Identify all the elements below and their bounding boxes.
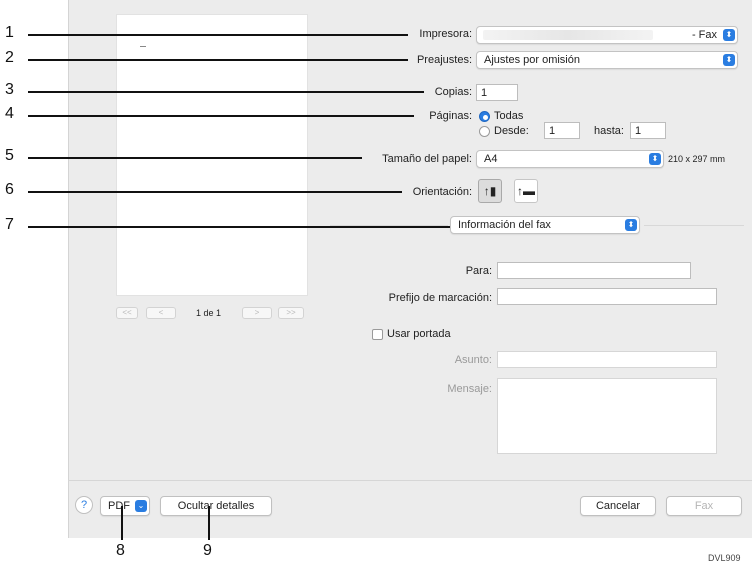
pdf-menu-button[interactable]: PDF ⌄ [100, 496, 150, 516]
hide-details-button[interactable]: Ocultar detalles [160, 496, 272, 516]
callout-1: 1 [5, 24, 14, 41]
previous-page-button[interactable]: < [146, 307, 176, 319]
to-label: Para: [465, 265, 492, 277]
leader-line-2 [28, 59, 408, 61]
callout-2: 2 [5, 49, 14, 66]
pages-all-label: Todas [494, 110, 524, 122]
subject-label: Asunto: [454, 354, 492, 366]
first-page-button[interactable]: << [116, 307, 138, 319]
message-label: Mensaje: [447, 383, 492, 395]
pdf-label: PDF [108, 500, 130, 512]
subject-field[interactable] [497, 351, 717, 368]
leader-line-6 [28, 191, 402, 193]
chevron-updown-icon: ⬍ [723, 29, 735, 41]
paper-size-label: Tamaño del papel: [382, 153, 472, 165]
redacted-printer-name [483, 30, 653, 40]
leader-line-1 [28, 34, 408, 36]
next-page-button[interactable]: > [242, 307, 272, 319]
help-button[interactable]: ? [75, 496, 93, 514]
callout-8: 8 [116, 542, 125, 559]
landscape-orientation-button[interactable]: ↑▬ [514, 179, 538, 203]
chevron-updown-icon: ⬍ [649, 153, 661, 165]
fax-button[interactable]: Fax [666, 496, 742, 516]
to-field[interactable] [497, 262, 691, 279]
copies-field[interactable]: 1 [476, 84, 518, 101]
dial-prefix-label: Prefijo de marcación: [388, 292, 492, 304]
section-popup-value: Información del fax [458, 219, 551, 231]
figure-code: DVL909 [708, 553, 741, 563]
printer-popup[interactable]: - Fax ⬍ [476, 26, 738, 44]
callout-5: 5 [5, 147, 14, 164]
chevron-down-icon: ⌄ [135, 500, 147, 512]
preview-content-mark [140, 46, 146, 47]
paper-size-popup[interactable]: A4 ⬍ [476, 150, 664, 168]
page-preview [116, 14, 308, 296]
section-divider-right [644, 225, 744, 226]
chevron-updown-icon: ⬍ [723, 54, 735, 66]
presets-popup[interactable]: Ajustes por omisión ⬍ [476, 51, 738, 69]
dial-prefix-field[interactable] [497, 288, 717, 305]
printer-value: - Fax [691, 29, 717, 41]
callout-7: 7 [5, 216, 14, 233]
pages-to-label: hasta: [594, 125, 624, 137]
landscape-icon: ↑▬ [517, 184, 535, 198]
callout-6: 6 [5, 181, 14, 198]
portrait-orientation-button[interactable]: ↑▮ [478, 179, 502, 203]
callout-4: 4 [5, 105, 14, 122]
message-area[interactable] [497, 378, 717, 454]
chevron-updown-icon: ⬍ [625, 219, 637, 231]
leader-line-8 [121, 506, 123, 540]
use-cover-label: Usar portada [387, 328, 451, 340]
pages-range-radio[interactable] [479, 126, 490, 137]
presets-value: Ajustes por omisión [484, 54, 580, 66]
leader-line-4 [28, 115, 414, 117]
leader-line-5 [28, 157, 362, 159]
paper-dimensions: 210 x 297 mm [668, 154, 726, 164]
page-indicator: 1 de 1 [196, 308, 222, 318]
pages-from-field[interactable]: 1 [544, 122, 580, 139]
leader-line-7 [28, 226, 450, 228]
leader-line-9 [208, 506, 210, 540]
callout-9: 9 [203, 542, 212, 559]
paper-size-value: A4 [484, 153, 498, 165]
pages-to-field[interactable]: 1 [630, 122, 666, 139]
fax-info-section-popup[interactable]: Información del fax ⬍ [450, 216, 640, 234]
portrait-icon: ↑▮ [483, 184, 497, 198]
footer-divider [68, 480, 752, 481]
pages-all-radio[interactable] [479, 111, 490, 122]
last-page-button[interactable]: >> [278, 307, 304, 319]
use-cover-checkbox[interactable] [372, 329, 383, 340]
leader-line-3 [28, 91, 424, 93]
cancel-button[interactable]: Cancelar [580, 496, 656, 516]
pages-from-label: Desde: [494, 125, 529, 137]
callout-3: 3 [5, 81, 14, 98]
